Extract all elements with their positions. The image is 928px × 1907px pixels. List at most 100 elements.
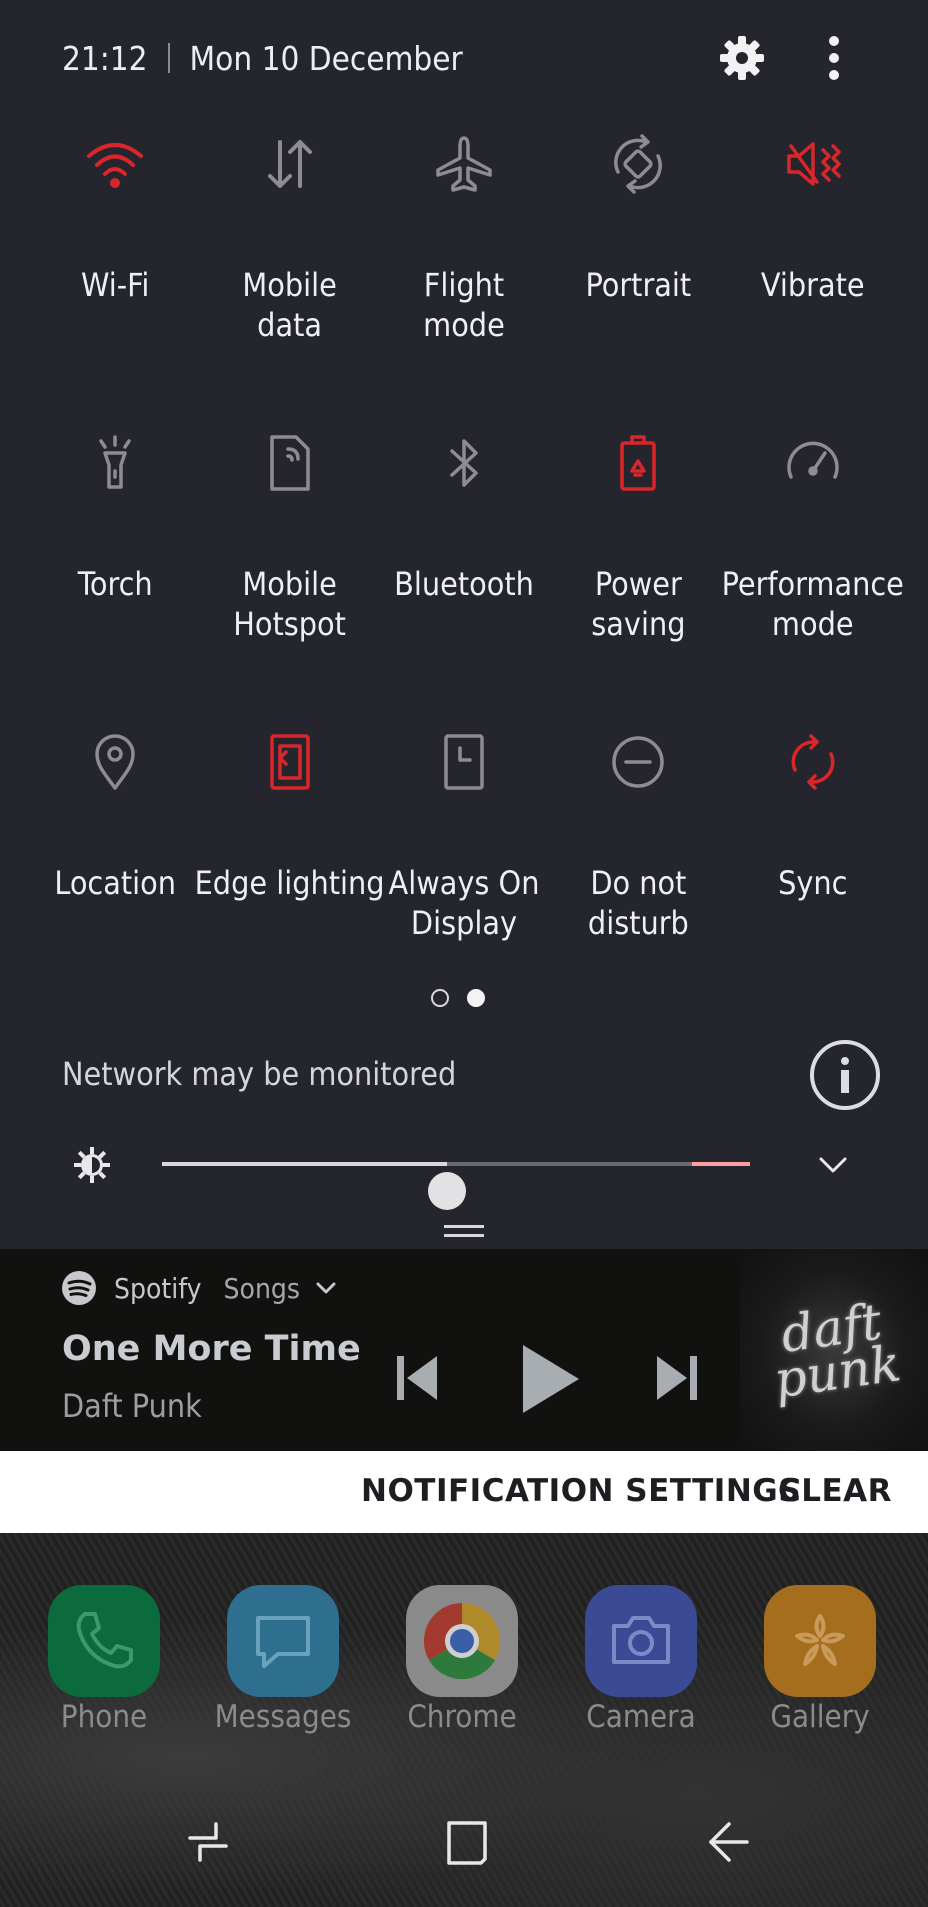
notification-actions-bar: NOTIFICATION SETTINGS CLEAR <box>0 1451 928 1533</box>
network-monitored-message: Network may be monitored <box>62 1055 457 1093</box>
brightness-icon <box>72 1145 112 1189</box>
chevron-down-icon[interactable] <box>815 1147 851 1187</box>
tile-edge-lighting[interactable]: Edge lighting <box>195 718 385 1017</box>
minus-circle-icon <box>596 720 680 804</box>
dock-app-chrome[interactable]: Chrome <box>382 1585 542 1735</box>
tile-label: Location <box>54 864 177 902</box>
home-button-icon[interactable] <box>436 1812 496 1872</box>
tile-performance-mode[interactable]: Performance mode <box>722 419 904 718</box>
app-label: Camera <box>586 1699 696 1735</box>
messages-icon <box>227 1585 339 1697</box>
tile-label: Edge lighting <box>194 864 385 902</box>
tile-location[interactable]: Location <box>28 718 202 1017</box>
album-art: daft punk <box>740 1249 928 1451</box>
clear-button[interactable]: CLEAR <box>778 1473 892 1509</box>
track-title: One More Time <box>62 1329 361 1369</box>
settings-gear-icon[interactable] <box>712 28 772 88</box>
brightness-fill <box>162 1162 448 1166</box>
tile-label: Wi-Fi <box>81 266 150 304</box>
page-dot[interactable] <box>431 989 449 1007</box>
brightness-row <box>0 1135 928 1210</box>
tile-label: Vibrate <box>760 266 865 304</box>
dock-app-gallery[interactable]: Gallery <box>740 1585 900 1735</box>
tile-do-not-disturb[interactable]: Do not disturb <box>551 718 725 1017</box>
date: Mon 10 December <box>189 38 463 78</box>
track-artist: Daft Punk <box>62 1387 202 1425</box>
media-app-name: Spotify <box>114 1271 202 1305</box>
tile-label: Do not disturb <box>587 864 689 942</box>
media-app-row: Spotify Songs <box>62 1271 338 1305</box>
tile-mobile-hotspot[interactable]: Mobile Hotspot <box>202 419 376 718</box>
camera-icon <box>585 1585 697 1697</box>
rotation-icon <box>596 122 680 206</box>
status-row: 21:12 Mon 10 December <box>62 36 463 80</box>
brightness-warning-range <box>692 1162 750 1166</box>
info-icon[interactable] <box>810 1040 880 1110</box>
more-options-icon[interactable] <box>804 28 864 88</box>
quick-tiles-grid: Wi-Fi Mobile data Flight mode Portrait V… <box>28 120 904 1017</box>
tile-torch[interactable]: Torch <box>28 419 202 718</box>
spotify-icon <box>62 1271 96 1305</box>
phone-icon <box>48 1585 160 1697</box>
recent-apps-icon[interactable] <box>178 1812 238 1872</box>
notification-settings-button[interactable]: NOTIFICATION SETTINGS <box>361 1473 801 1509</box>
chevron-down-icon[interactable] <box>314 1276 338 1300</box>
page-dot[interactable] <box>467 989 485 1007</box>
tile-label: Mobile data <box>242 266 337 344</box>
tile-label: Torch <box>77 565 153 603</box>
gallery-icon <box>764 1585 876 1697</box>
tile-wifi[interactable]: Wi-Fi <box>28 120 202 419</box>
tile-vibrate[interactable]: Vibrate <box>726 120 900 419</box>
edge-lighting-icon <box>248 720 332 804</box>
wifi-icon <box>73 122 157 206</box>
tile-label: Always On Display <box>388 864 540 942</box>
bluetooth-icon <box>422 421 506 505</box>
panel-drag-handle[interactable] <box>444 1225 484 1243</box>
tile-bluetooth[interactable]: Bluetooth <box>377 419 551 718</box>
tile-label: Power saving <box>591 565 686 643</box>
brightness-slider[interactable] <box>162 1162 750 1210</box>
mobile-data-icon <box>248 122 332 206</box>
clock-screen-icon <box>422 720 506 804</box>
speedometer-icon <box>771 421 855 505</box>
tile-power-saving[interactable]: Power saving <box>551 419 725 718</box>
tile-sync[interactable]: Sync <box>726 718 900 1017</box>
battery-icon <box>596 421 680 505</box>
tile-label: Portrait <box>585 266 692 304</box>
tile-label: Sync <box>778 864 848 902</box>
tile-flight-mode[interactable]: Flight mode <box>377 120 551 419</box>
quick-settings-panel: 21:12 Mon 10 December Wi-Fi Mobile data … <box>0 0 928 1249</box>
brightness-thumb[interactable] <box>428 1172 467 1210</box>
tile-always-on-display[interactable]: Always On Display <box>377 718 551 1017</box>
tile-mobile-data[interactable]: Mobile data <box>202 120 376 419</box>
back-icon[interactable] <box>698 1812 758 1872</box>
play-icon[interactable] <box>515 1341 585 1417</box>
airplane-icon <box>422 122 506 206</box>
clock: 21:12 <box>62 38 148 78</box>
media-category: Songs <box>223 1271 301 1305</box>
sync-icon <box>771 720 855 804</box>
app-label: Gallery <box>770 1699 870 1735</box>
chrome-icon <box>406 1585 518 1697</box>
app-label: Phone <box>60 1699 148 1735</box>
location-pin-icon <box>73 720 157 804</box>
vibrate-icon <box>771 122 855 206</box>
divider <box>167 43 170 73</box>
app-label: Messages <box>214 1699 352 1735</box>
dock-app-camera[interactable]: Camera <box>561 1585 721 1735</box>
tile-label: Flight mode <box>423 266 505 344</box>
next-track-icon[interactable] <box>652 1351 702 1405</box>
tile-label: Mobile Hotspot <box>233 565 346 643</box>
tile-label: Bluetooth <box>394 565 534 603</box>
app-label: Chrome <box>407 1699 517 1735</box>
tile-portrait[interactable]: Portrait <box>551 120 725 419</box>
torch-icon <box>73 421 157 505</box>
tile-label: Performance mode <box>721 565 904 643</box>
dock-app-messages[interactable]: Messages <box>203 1585 363 1735</box>
album-art-text: daft punk <box>770 1292 904 1410</box>
hotspot-icon <box>248 421 332 505</box>
previous-track-icon[interactable] <box>392 1351 442 1405</box>
media-notification[interactable]: Spotify Songs One More Time Daft Punk da… <box>0 1249 928 1451</box>
page-indicator[interactable] <box>431 989 485 1007</box>
dock-app-phone[interactable]: Phone <box>24 1585 184 1735</box>
